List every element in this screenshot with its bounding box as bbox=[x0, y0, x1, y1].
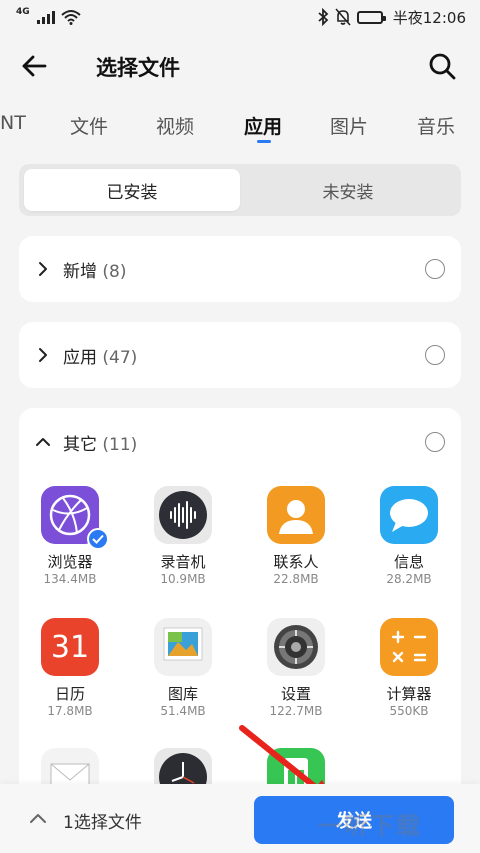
app-size: 51.4MB bbox=[160, 704, 206, 718]
tab-music[interactable]: 音乐 bbox=[417, 112, 455, 139]
clock-time: 半夜12:06 bbox=[392, 8, 466, 27]
group-new: 新增 (8) bbox=[19, 236, 461, 302]
group-label-apps: 应用 (47) bbox=[63, 343, 137, 368]
watermark-logo: 一听下载 bbox=[318, 812, 422, 840]
selected-check-icon bbox=[87, 528, 109, 550]
group-label-other: 其它 (11) bbox=[63, 430, 137, 455]
app-item-recorder[interactable]: 录音机 10.9MB bbox=[128, 486, 238, 587]
settings-icon bbox=[267, 618, 325, 676]
select-group-radio[interactable] bbox=[425, 259, 445, 279]
app-item-calculator[interactable]: 计算器 550KB bbox=[354, 618, 464, 719]
back-arrow-icon[interactable] bbox=[18, 50, 50, 82]
chevron-right-icon bbox=[39, 348, 47, 362]
group-name: 其它 bbox=[63, 434, 97, 455]
app-item-gallery[interactable]: 图库 51.4MB bbox=[128, 618, 238, 719]
group-header-new[interactable]: 新增 (8) bbox=[19, 236, 461, 302]
app-size: 550KB bbox=[389, 704, 429, 718]
group-name: 新增 bbox=[63, 261, 97, 282]
segment-not-installed[interactable]: 未安装 bbox=[240, 169, 456, 211]
bluetooth-icon bbox=[318, 8, 329, 26]
app-size: 28.2MB bbox=[386, 572, 432, 586]
signal-icon bbox=[36, 10, 55, 24]
install-filter-segment: 已安装 未安装 bbox=[19, 164, 461, 216]
search-icon[interactable] bbox=[426, 50, 458, 82]
group-header-other[interactable]: 其它 (11) bbox=[19, 408, 461, 476]
page-title: 选择文件 bbox=[96, 56, 180, 80]
status-right: 半夜12:06 bbox=[317, 7, 466, 28]
wifi-icon bbox=[60, 10, 81, 25]
selected-count-text[interactable]: 1选择文件 bbox=[63, 808, 142, 833]
group-name: 应用 bbox=[63, 347, 97, 368]
chevron-right-icon bbox=[39, 262, 47, 276]
network-type: 4G bbox=[16, 7, 30, 17]
app-name: 浏览器 bbox=[47, 553, 93, 571]
tab-apps[interactable]: 应用 bbox=[244, 112, 282, 139]
group-label-new: 新增 (8) bbox=[63, 257, 127, 282]
group-count: (8) bbox=[102, 261, 127, 282]
group-count: (11) bbox=[102, 434, 138, 455]
app-name: 设置 bbox=[280, 685, 311, 703]
app-size: 17.8MB bbox=[47, 704, 93, 718]
app-item-calendar[interactable]: 31 日历 17.8MB bbox=[15, 618, 125, 719]
app-size: 22.8MB bbox=[273, 572, 319, 586]
chevron-down-icon bbox=[36, 438, 50, 446]
select-group-radio[interactable] bbox=[425, 432, 445, 452]
tab-files[interactable]: 文件 bbox=[70, 112, 108, 139]
calendar-day: 31 bbox=[50, 630, 90, 665]
app-name: 录音机 bbox=[160, 553, 206, 571]
app-name: 日历 bbox=[54, 685, 85, 703]
battery-icon bbox=[356, 10, 386, 24]
chevron-up-icon[interactable] bbox=[28, 808, 48, 828]
app-item-messages[interactable]: 信息 28.2MB bbox=[354, 486, 464, 587]
calculator-icon bbox=[380, 618, 438, 676]
tab-nt[interactable]: NT bbox=[0, 112, 26, 134]
app-name: 图库 bbox=[167, 685, 198, 703]
group-apps: 应用 (47) bbox=[19, 322, 461, 388]
segment-installed[interactable]: 已安装 bbox=[24, 169, 240, 211]
tab-images[interactable]: 图片 bbox=[330, 112, 368, 139]
status-bar: 4G 半夜12:06 bbox=[0, 0, 480, 34]
calendar-icon: 31 bbox=[41, 618, 99, 676]
contacts-icon bbox=[267, 486, 325, 544]
recorder-icon bbox=[154, 486, 212, 544]
mute-bell-icon bbox=[335, 8, 351, 26]
group-header-apps[interactable]: 应用 (47) bbox=[19, 322, 461, 388]
category-tabs: NT 文件 视频 应用 图片 音乐 bbox=[0, 104, 480, 148]
app-name: 计算器 bbox=[386, 685, 432, 703]
app-name: 联系人 bbox=[273, 553, 319, 571]
status-left: 4G bbox=[16, 7, 81, 25]
app-item-browser[interactable]: 浏览器 134.4MB bbox=[15, 486, 125, 587]
gallery-icon bbox=[154, 618, 212, 676]
active-tab-indicator bbox=[257, 140, 271, 143]
select-group-radio[interactable] bbox=[425, 345, 445, 365]
tab-videos[interactable]: 视频 bbox=[156, 112, 194, 139]
app-name: 信息 bbox=[393, 553, 424, 571]
app-item-contacts[interactable]: 联系人 22.8MB bbox=[241, 486, 351, 587]
app-size: 134.4MB bbox=[43, 572, 97, 586]
app-size: 122.7MB bbox=[269, 704, 323, 718]
header: 选择文件 bbox=[0, 34, 480, 96]
messages-icon bbox=[380, 486, 438, 544]
app-size: 10.9MB bbox=[160, 572, 206, 586]
app-item-settings[interactable]: 设置 122.7MB bbox=[241, 618, 351, 719]
group-count: (47) bbox=[102, 347, 138, 368]
